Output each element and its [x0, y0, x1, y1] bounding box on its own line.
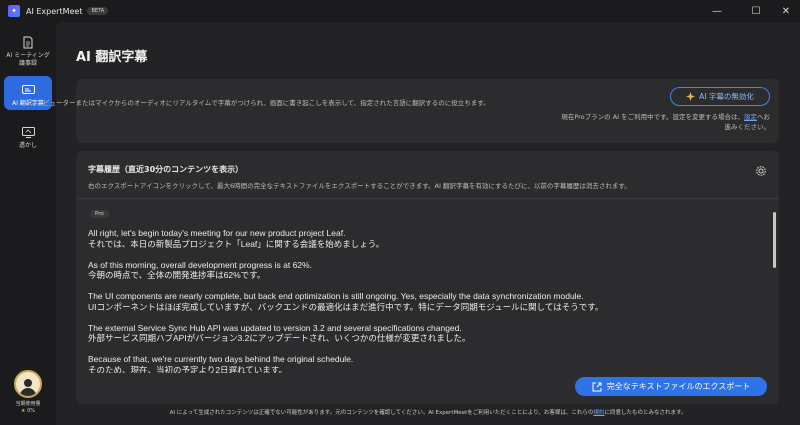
history-title: 字幕履歴（直近30分のコンテンツを表示）	[88, 165, 244, 174]
watermark-icon	[21, 125, 35, 139]
sidebar-item-meeting-minutes[interactable]: AI ミーティング議事録	[4, 28, 52, 70]
sidebar-item-watermark[interactable]: 透かし	[4, 118, 52, 152]
history-description: 右のエクスポートアイコンをクリックして、最大6時間の完全なテキストファイルをエク…	[88, 182, 631, 190]
sidebar: AI ミーティング議事録 AI 翻訳字幕 透かし 当期使用量 ★ 0%	[0, 22, 56, 425]
app-logo-icon: ✦	[8, 5, 20, 17]
maximize-button[interactable]: ☐	[742, 0, 770, 22]
transcript-scrollbar[interactable]	[773, 212, 776, 268]
export-icon	[592, 382, 602, 391]
intro-description: コンピューターまたはマイクからのオーディオにリアルタイムで字幕がつけられ、画面に…	[30, 99, 490, 107]
terms-link[interactable]: 規約	[593, 410, 604, 416]
title-bar: ✦ AI ExpertMeet BETA	[0, 0, 800, 22]
beta-badge: BETA	[87, 7, 109, 15]
footer-disclaimer: AI によって生成されたコンテンツは正確でない可能性があります。元のコンテンツを…	[169, 410, 687, 416]
pro-badge: Pro	[90, 210, 109, 218]
page-title: AI 翻訳字幕	[76, 50, 148, 65]
sidebar-item-label: AI ミーティング議事録	[6, 52, 50, 67]
transcript-entry: The UI components are nearly complete, b…	[88, 291, 604, 312]
transcript-entry: All right, let's begin today's meeting f…	[88, 228, 385, 249]
close-button[interactable]: ✕	[772, 0, 800, 22]
document-icon	[21, 35, 35, 49]
gear-icon[interactable]	[755, 162, 767, 176]
plan-note: 現在Proプランの AI をご利用中です。設定を変更する場合は、設定へお進みくだ…	[561, 113, 770, 131]
usage-value: ★ 0%	[20, 408, 35, 414]
transcript-area: All right, let's begin today's meeting f…	[88, 228, 763, 373]
sidebar-item-label: 透かし	[18, 142, 37, 149]
sparkle-icon	[686, 92, 696, 101]
minimize-button[interactable]: —	[703, 0, 731, 22]
transcript-entry: As of this morning, overall development …	[88, 259, 312, 281]
app-title: AI ExpertMeet	[26, 6, 83, 16]
export-full-text-button[interactable]: 完全なテキストファイルのエクスポート	[575, 377, 767, 396]
subtitle-icon	[21, 83, 35, 97]
divider	[76, 198, 779, 199]
transcript-entry: The external Service Sync Hub API was up…	[88, 322, 471, 344]
disable-ai-subtitles-button[interactable]: AI 字幕の無効化	[670, 87, 770, 106]
settings-link[interactable]: 設定	[744, 113, 757, 121]
usage-label: 当期使用量	[15, 401, 41, 407]
user-silhouette-icon	[20, 379, 36, 396]
transcript-entry: Because of that, we're currently two day…	[88, 354, 354, 373]
avatar[interactable]	[14, 370, 42, 398]
